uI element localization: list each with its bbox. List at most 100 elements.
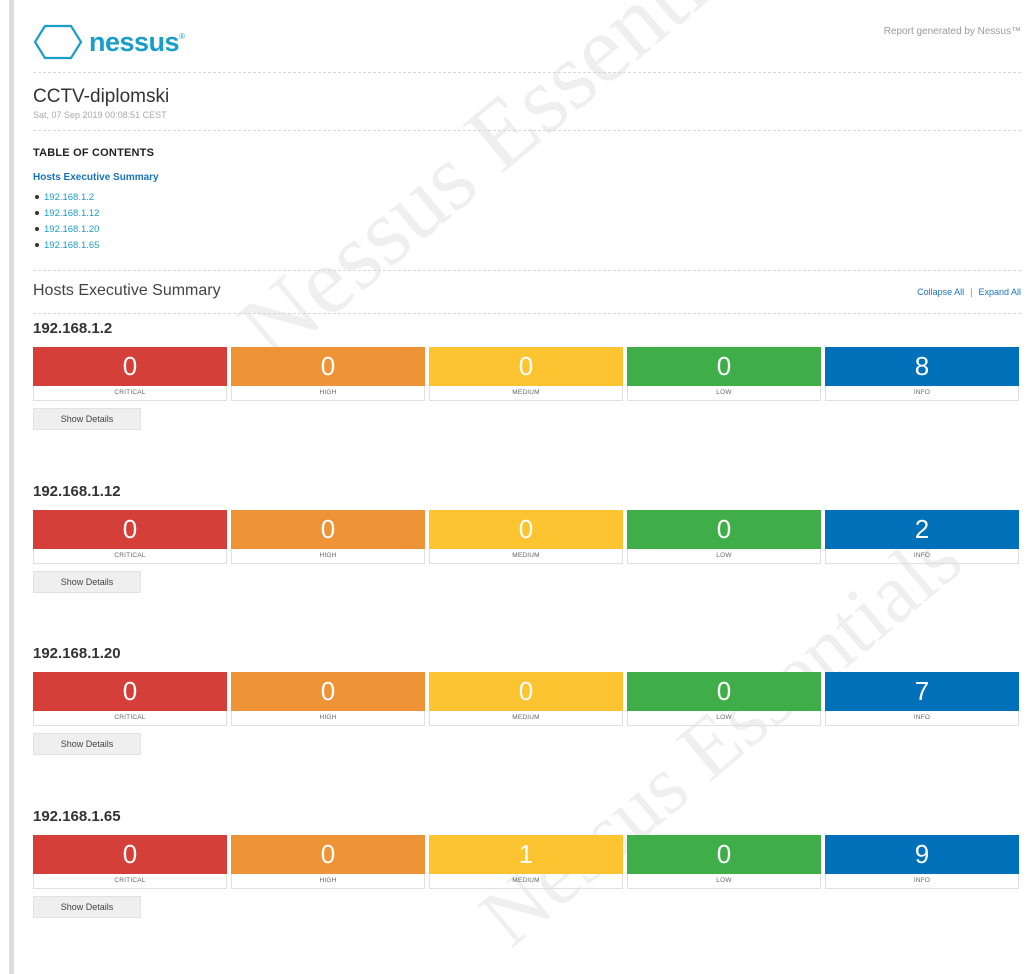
show-details-button[interactable]: Show Details (33, 733, 141, 755)
bullet-icon (35, 211, 39, 215)
collapse-expand-controls: Collapse All | Expand All (917, 287, 1021, 297)
divider (33, 313, 1021, 314)
severity-cell-low: 0 LOW (627, 672, 821, 726)
show-details-button[interactable]: Show Details (33, 896, 141, 918)
severity-row: 0 CRITICAL 0 HIGH 0 MEDIUM 0 LOW 8 INFO (33, 347, 1021, 401)
severity-cell-critical: 0 CRITICAL (33, 835, 227, 889)
severity-label: LOW (627, 549, 821, 564)
severity-count: 8 (825, 347, 1019, 386)
report-title: CCTV-diplomski (33, 86, 170, 107)
severity-count: 0 (627, 672, 821, 711)
severity-count: 0 (33, 510, 227, 549)
toc-heading: TABLE OF CONTENTS (33, 147, 155, 159)
severity-cell-high: 0 HIGH (231, 510, 425, 564)
severity-cell-medium: 0 MEDIUM (429, 347, 623, 401)
severity-count: 0 (627, 347, 821, 386)
severity-count: 0 (33, 672, 227, 711)
toc-item[interactable]: 192.168.1.20 (33, 221, 99, 237)
toc-item[interactable]: 192.168.1.2 (33, 189, 99, 205)
severity-cell-high: 0 HIGH (231, 835, 425, 889)
severity-label: HIGH (231, 711, 425, 726)
toc-item[interactable]: 192.168.1.12 (33, 205, 99, 221)
severity-row: 0 CRITICAL 0 HIGH 0 MEDIUM 0 LOW 7 INFO (33, 672, 1021, 726)
severity-cell-critical: 0 CRITICAL (33, 347, 227, 401)
report-page: Nessus Essentials Nessus Essentials ness… (33, 0, 1021, 974)
severity-label: INFO (825, 549, 1019, 564)
bullet-icon (35, 243, 39, 247)
severity-row: 0 CRITICAL 0 HIGH 1 MEDIUM 0 LOW 9 INFO (33, 835, 1021, 889)
report-date: Sat, 07 Sep 2019 00:08:51 CEST (33, 110, 167, 120)
divider (33, 270, 1021, 271)
severity-label: LOW (627, 874, 821, 889)
report-header: nessus ® Report generated by Nessus™ (33, 14, 1021, 66)
show-details-button[interactable]: Show Details (33, 571, 141, 593)
severity-cell-medium: 0 MEDIUM (429, 510, 623, 564)
show-details-button[interactable]: Show Details (33, 408, 141, 430)
severity-label: HIGH (231, 386, 425, 401)
host-ip-heading: 192.168.1.65 (33, 808, 121, 825)
host-ip-heading: 192.168.1.20 (33, 645, 121, 662)
severity-cell-medium: 1 MEDIUM (429, 835, 623, 889)
severity-count: 0 (627, 510, 821, 549)
severity-cell-high: 0 HIGH (231, 347, 425, 401)
bullet-icon (35, 195, 39, 199)
severity-label: CRITICAL (33, 874, 227, 889)
severity-count: 0 (231, 835, 425, 874)
watermark: Nessus Essentials (463, 510, 979, 965)
severity-cell-high: 0 HIGH (231, 672, 425, 726)
toc-link-host[interactable]: 192.168.1.2 (44, 192, 94, 203)
link-separator: | (970, 287, 973, 297)
toc-list: 192.168.1.2 192.168.1.12 192.168.1.20 19… (33, 189, 99, 253)
severity-count: 0 (627, 835, 821, 874)
divider (33, 130, 1021, 131)
severity-label: LOW (627, 386, 821, 401)
generated-by-text: Report generated by Nessus™ (883, 26, 1021, 37)
severity-count: 2 (825, 510, 1019, 549)
severity-count: 7 (825, 672, 1019, 711)
bullet-icon (35, 227, 39, 231)
toc-link-hosts-summary[interactable]: Hosts Executive Summary (33, 172, 159, 183)
severity-count: 0 (231, 672, 425, 711)
severity-label: LOW (627, 711, 821, 726)
severity-cell-low: 0 LOW (627, 347, 821, 401)
severity-label: MEDIUM (429, 549, 623, 564)
severity-cell-low: 0 LOW (627, 510, 821, 564)
severity-count: 0 (33, 835, 227, 874)
expand-all-link[interactable]: Expand All (978, 287, 1021, 297)
severity-count: 0 (429, 347, 623, 386)
severity-count: 0 (429, 510, 623, 549)
severity-count: 0 (231, 510, 425, 549)
severity-label: INFO (825, 711, 1019, 726)
severity-cell-critical: 0 CRITICAL (33, 672, 227, 726)
severity-label: INFO (825, 386, 1019, 401)
severity-cell-medium: 0 MEDIUM (429, 672, 623, 726)
severity-cell-critical: 0 CRITICAL (33, 510, 227, 564)
severity-count: 0 (429, 672, 623, 711)
severity-label: HIGH (231, 874, 425, 889)
severity-count: 1 (429, 835, 623, 874)
host-ip-heading: 192.168.1.2 (33, 320, 113, 337)
section-title: Hosts Executive Summary (33, 282, 221, 299)
severity-cell-info: 7 INFO (825, 672, 1019, 726)
severity-count: 9 (825, 835, 1019, 874)
host-ip-heading: 192.168.1.12 (33, 483, 121, 500)
severity-label: CRITICAL (33, 386, 227, 401)
severity-cell-info: 8 INFO (825, 347, 1019, 401)
toc-link-host[interactable]: 192.168.1.65 (44, 240, 99, 251)
severity-label: HIGH (231, 549, 425, 564)
severity-label: MEDIUM (429, 874, 623, 889)
severity-count: 0 (33, 347, 227, 386)
divider (33, 72, 1021, 73)
severity-label: INFO (825, 874, 1019, 889)
toc-link-host[interactable]: 192.168.1.12 (44, 208, 99, 219)
collapse-all-link[interactable]: Collapse All (917, 287, 964, 297)
toc-item[interactable]: 192.168.1.65 (33, 237, 99, 253)
toc-link-host[interactable]: 192.168.1.20 (44, 224, 99, 235)
severity-label: CRITICAL (33, 711, 227, 726)
logo-text: nessus (89, 26, 180, 57)
hexagon-logo-icon (33, 24, 83, 60)
severity-label: MEDIUM (429, 386, 623, 401)
logo-trademark: ® (179, 32, 185, 41)
nessus-logo: nessus ® (33, 22, 185, 62)
left-border-rule (9, 0, 14, 974)
